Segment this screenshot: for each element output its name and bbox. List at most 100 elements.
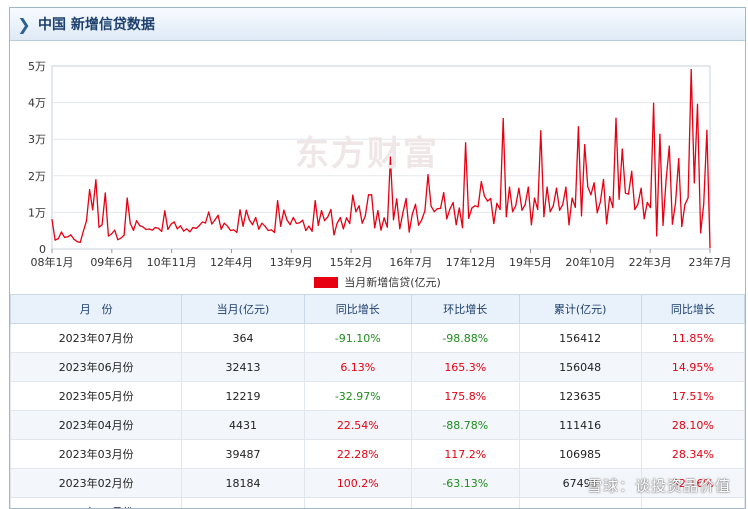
data-point: [499, 208, 501, 211]
data-point: [615, 117, 617, 119]
data-point: [392, 219, 395, 221]
data-point: [330, 208, 332, 211]
data-point: [508, 186, 511, 188]
data-point: [320, 210, 323, 212]
data-point: [258, 228, 260, 230]
legend-swatch: [314, 276, 339, 288]
data-point: [239, 209, 241, 211]
x-tick-label: 09年6月: [90, 255, 133, 269]
data-point: [436, 208, 438, 210]
data-point: [251, 224, 254, 226]
data-point: [455, 224, 457, 226]
data-point: [154, 226, 156, 229]
data-point: [336, 222, 338, 224]
data-point: [674, 202, 677, 204]
col-header-monthly: 当月(亿元): [181, 294, 305, 324]
data-point: [662, 224, 664, 226]
data-point: [264, 225, 266, 227]
table-row: 2023年07月份 364 -91.10% -98.88% 156412 11.85%: [10, 323, 745, 353]
data-point: [129, 222, 131, 224]
data-point: [402, 212, 404, 214]
data-point: [242, 225, 244, 227]
data-point: [433, 211, 435, 213]
data-point: [396, 198, 398, 200]
data-point: [223, 222, 225, 224]
data-point: [555, 187, 558, 189]
data-point: [706, 129, 708, 131]
table-cell: 165.3%: [411, 352, 520, 382]
data-point: [117, 239, 119, 241]
data-point: [540, 130, 542, 132]
data-point: [295, 222, 297, 224]
data-point: [461, 227, 464, 229]
data-point: [374, 227, 376, 229]
data-point: [537, 208, 539, 211]
data-point: [678, 158, 680, 160]
data-point: [631, 170, 633, 172]
data-point: [443, 192, 445, 194]
data-point: [289, 224, 291, 226]
col-header-month: 月 份: [10, 294, 183, 324]
footer-watermark: 雪球：谈投资品价值: [586, 477, 731, 495]
data-point: [349, 222, 351, 225]
data-point: [621, 148, 623, 150]
table-cell: 175.8%: [411, 381, 520, 411]
data-point: [267, 229, 269, 232]
data-point: [302, 219, 304, 221]
table-cell: 156412: [518, 323, 642, 353]
data-point: [333, 234, 335, 236]
table-cell: 2023年03月份: [10, 439, 183, 469]
table-cell: 17.51%: [640, 381, 745, 411]
data-point: [377, 210, 379, 212]
data-point: [700, 232, 702, 234]
data-point: [418, 224, 420, 226]
data-point: [298, 222, 301, 224]
x-tick-label: 15年2月: [330, 255, 373, 269]
data-point: [502, 118, 504, 120]
data-point: [690, 69, 692, 71]
data-point: [646, 201, 648, 204]
data-point: [220, 228, 222, 230]
data-point: [634, 208, 636, 211]
data-point: [465, 142, 467, 144]
data-point: [107, 235, 109, 237]
table-cell: 111416: [518, 410, 642, 440]
table-cell: -63.13%: [411, 468, 520, 498]
table-cell: 117.2%: [411, 439, 520, 469]
chevron-right-icon[interactable]: ❯: [10, 15, 38, 34]
data-point: [584, 144, 586, 146]
data-point: [587, 186, 589, 188]
data-point: [424, 210, 426, 212]
data-point: [110, 233, 113, 235]
data-point: [217, 214, 219, 216]
data-point: [408, 231, 410, 233]
data-point: [89, 189, 91, 191]
table-cell: 22.54%: [303, 410, 413, 440]
data-point: [305, 229, 307, 232]
data-point: [98, 226, 100, 228]
data-point: [139, 225, 141, 227]
data-point: [606, 223, 608, 225]
data-point: [439, 207, 442, 209]
data-point: [192, 226, 194, 229]
data-point: [314, 200, 316, 202]
data-point: [693, 182, 695, 184]
data-point: [292, 216, 294, 219]
table-cell: 17.45%: [640, 497, 745, 508]
data-point: [527, 186, 529, 188]
table-cell: 39487: [181, 439, 305, 469]
data-point: [496, 202, 498, 204]
data-point: [208, 211, 210, 213]
data-point: [618, 198, 620, 200]
data-point: [399, 228, 401, 230]
data-point: [411, 213, 413, 215]
data-point: [637, 203, 639, 205]
data-point: [352, 194, 354, 196]
data-point: [696, 103, 699, 105]
table-cell: 2023年05月份: [10, 381, 183, 411]
data-point: [63, 236, 66, 238]
data-point: [543, 216, 545, 218]
data-point: [458, 207, 460, 209]
col-header-cum-yoy: 同比增长: [640, 294, 745, 324]
data-point: [54, 239, 56, 241]
